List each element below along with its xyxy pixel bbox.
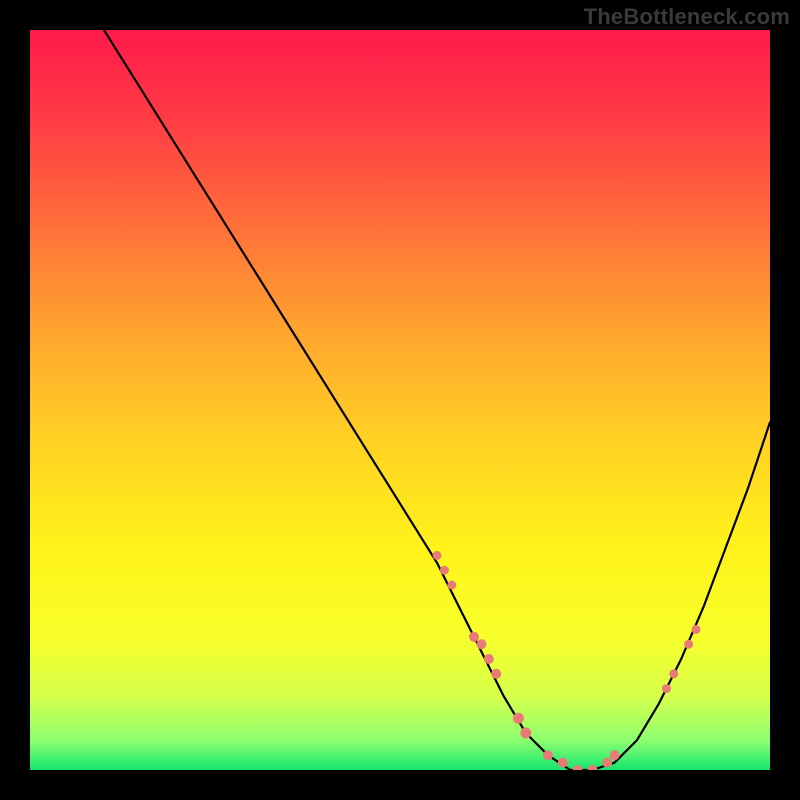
highlight-point [669, 669, 678, 678]
plot-area [30, 30, 770, 770]
gradient-rect [30, 30, 770, 770]
highlight-point [602, 758, 612, 768]
highlight-point [447, 581, 456, 590]
highlight-point [484, 654, 494, 664]
highlight-point [558, 758, 568, 768]
highlight-point [513, 713, 524, 724]
highlight-point [610, 750, 620, 760]
highlight-point [433, 551, 442, 560]
highlight-point [684, 640, 693, 649]
highlight-point [469, 632, 479, 642]
highlight-point [662, 684, 671, 693]
chart-frame: TheBottleneck.com [0, 0, 800, 800]
highlight-point [476, 639, 486, 649]
watermark-text: TheBottleneck.com [584, 4, 790, 30]
highlight-point [520, 728, 531, 739]
highlight-point [692, 625, 701, 634]
highlight-point [543, 750, 553, 760]
plot-svg [30, 30, 770, 770]
highlight-point [491, 669, 501, 679]
highlight-point [440, 566, 449, 575]
